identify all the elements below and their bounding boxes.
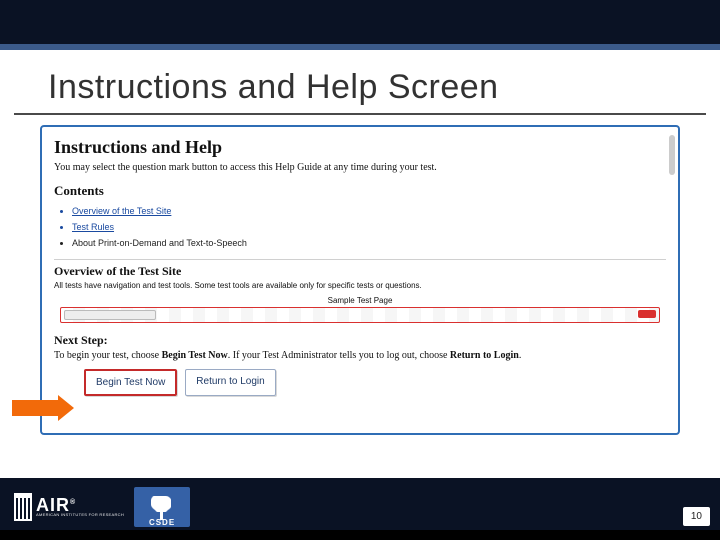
csde-logo: CSDE — [134, 487, 190, 527]
button-row: Begin Test Now Return to Login — [84, 369, 666, 396]
return-to-login-button[interactable]: Return to Login — [185, 369, 275, 396]
pillar-icon — [14, 493, 32, 521]
air-logo-sub: AMERICAN INSTITUTES FOR RESEARCH — [36, 512, 124, 517]
sample-caption: Sample Test Page — [54, 296, 666, 305]
contents-link-rules[interactable]: Test Rules — [72, 219, 666, 235]
help-intro: You may select the question mark button … — [54, 162, 666, 173]
contents-link-overview[interactable]: Overview of the Test Site — [72, 203, 666, 219]
slide: Instructions and Help Screen Instruction… — [0, 0, 720, 540]
arrow-icon — [12, 395, 74, 421]
ns-part-a: To begin your test, choose — [54, 350, 162, 361]
next-step-heading: Next Step: — [54, 333, 666, 348]
help-heading: Instructions and Help — [54, 137, 666, 158]
footer: AIR® AMERICAN INSTITUTES FOR RESEARCH CS… — [0, 478, 720, 540]
registered-icon: ® — [70, 499, 76, 506]
sample-test-page — [60, 307, 660, 323]
overview-heading: Overview of the Test Site — [54, 264, 666, 279]
overview-text: All tests have navigation and test tools… — [54, 281, 666, 290]
contents-link-print[interactable]: About Print-on-Demand and Text-to-Speech — [72, 235, 666, 251]
next-step-text: To begin your test, choose Begin Test No… — [54, 350, 666, 361]
begin-test-now-button[interactable]: Begin Test Now — [84, 369, 177, 396]
contents-list: Overview of the Test Site Test Rules Abo… — [54, 203, 666, 251]
tree-icon — [147, 494, 177, 520]
page-number: 10 — [683, 507, 710, 526]
divider — [54, 259, 666, 260]
contents-heading: Contents — [54, 183, 666, 199]
screenshot-container: Instructions and Help You may select the… — [40, 125, 680, 435]
ns-part-c: . — [519, 350, 522, 361]
top-bar — [0, 0, 720, 44]
help-screenshot: Instructions and Help You may select the… — [40, 125, 680, 435]
air-logo: AIR® AMERICAN INSTITUTES FOR RESEARCH — [14, 493, 124, 521]
scrollbar-thumb[interactable] — [669, 135, 675, 175]
ns-part-b: . If your Test Administrator tells you t… — [228, 350, 450, 361]
ns-bold-b: Return to Login — [450, 350, 519, 361]
csde-logo-text: CSDE — [134, 518, 190, 527]
slide-title: Instructions and Help Screen — [14, 50, 706, 115]
ns-bold-a: Begin Test Now — [162, 350, 228, 361]
